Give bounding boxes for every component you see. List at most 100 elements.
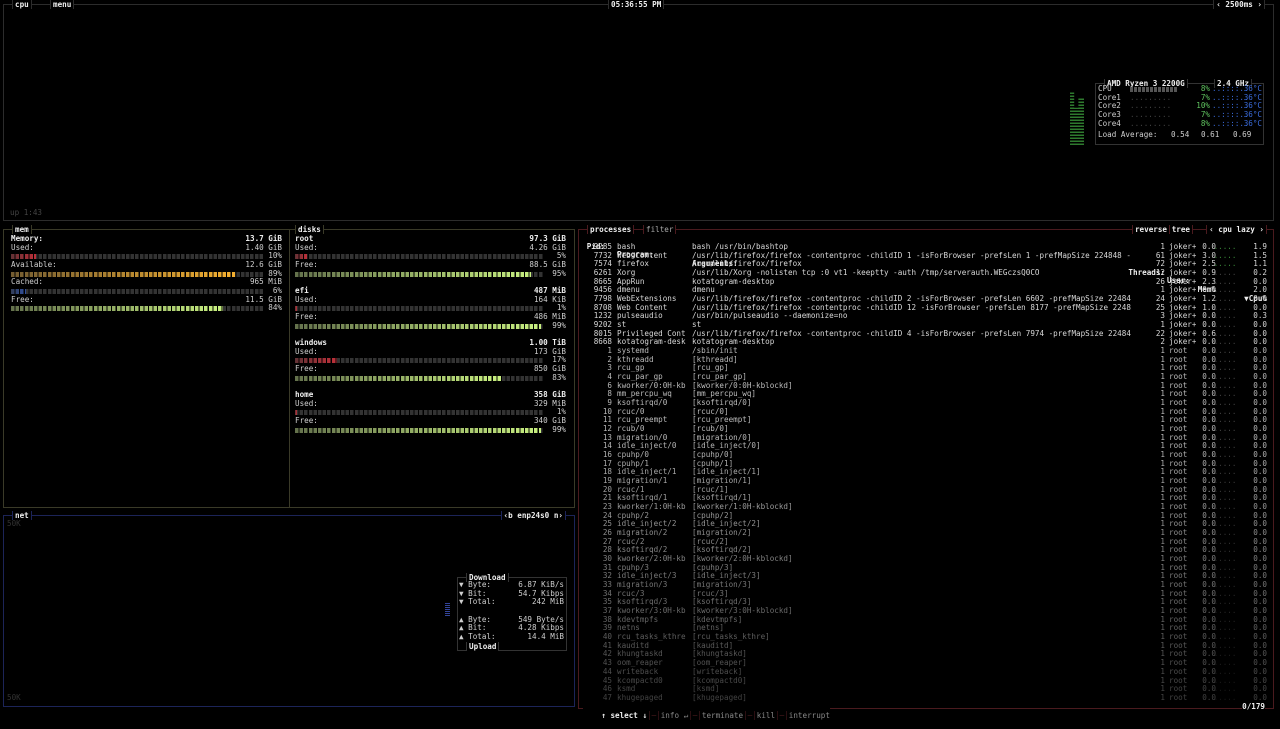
tab-cpu[interactable]: cpu bbox=[12, 0, 32, 9]
process-row[interactable]: 28 ksoftirqd/2 [ksoftirqd/2] 1 root 0.0 .....… bbox=[579, 546, 1273, 555]
process-row[interactable]: 1 systemd/sbin/init 1 root 0.0 ..... 0.0 bbox=[579, 347, 1273, 356]
process-row[interactable]: 16 cpuhp/0 [cpuhp/0] 1 root 0.0 ..... 0.0 bbox=[579, 451, 1273, 460]
tab-processes[interactable]: processes bbox=[587, 225, 635, 234]
process-row[interactable]: 11 rcu_preempt [rcu_preempt] 1 root 0.0 .....… bbox=[579, 416, 1273, 425]
process-cpu: 0.0 bbox=[1253, 520, 1267, 529]
process-pid: 1232 bbox=[593, 312, 612, 321]
interrupt-button[interactable]: interrupt bbox=[789, 711, 830, 720]
process-row[interactable]: 19 migration/1 [migration/1] 1 root 0.0 .....… bbox=[579, 477, 1273, 486]
process-row[interactable]: 41 kauditd [kauditd] 1 root 0.0 ..... 0.0 bbox=[579, 642, 1273, 651]
process-row[interactable]: 9 ksoftirqd/0 [ksoftirqd/0] 1 root 0.0 ..... 0… bbox=[579, 399, 1273, 408]
process-row[interactable]: 34 rcuc/3 [rcuc/3] 1 root 0.0 ..... 0.0 bbox=[579, 590, 1273, 599]
update-interval[interactable]: ‹ 2500ms › bbox=[1213, 0, 1265, 9]
tree-button[interactable]: tree bbox=[1168, 225, 1193, 234]
terminate-button[interactable]: terminate bbox=[702, 711, 743, 720]
process-row[interactable]: 8 mm_percpu_wq [mm_percpu_wq] 1 root 0.0 ....… bbox=[579, 390, 1273, 399]
process-cpu-graph: ..... bbox=[1209, 399, 1237, 408]
process-row[interactable]: 3 rcu_gp [rcu_gp] 1 root 0.0 ..... 0.0 bbox=[579, 364, 1273, 373]
process-cpu: 0.0 bbox=[1253, 494, 1267, 503]
process-row[interactable]: 38 kdevtmpfs [kdevtmpfs] 1 root 0.0 ..... 0.0 bbox=[579, 616, 1273, 625]
process-program: idle_inject/3 bbox=[617, 572, 677, 581]
process-row[interactable]: 13 migration/0 [migration/0] 1 root 0.0 .....… bbox=[579, 434, 1273, 443]
interval-value: 2500ms bbox=[1225, 0, 1253, 9]
process-row[interactable]: 27 rcuc/2 [rcuc/2] 1 root 0.0 ..... 0.0 bbox=[579, 538, 1273, 547]
disk-used-bar-fill bbox=[295, 358, 338, 364]
process-pid: 43 bbox=[602, 659, 612, 668]
process-row[interactable]: 6261 Xorg/usr/lib/Xorg -nolisten tcp :0 v… bbox=[579, 269, 1273, 278]
process-row[interactable]: 24 cpuhp/2 [cpuhp/2] 1 root 0.0 ..... 0.0 bbox=[579, 512, 1273, 521]
process-row[interactable]: 40 rcu_tasks_kthre [rcu_tasks_kthre] 1 root 0… bbox=[579, 633, 1273, 642]
process-row[interactable]: 18 idle_inject/1 [idle_inject/1] 1 root 0.0 .… bbox=[579, 468, 1273, 477]
net-upload-label: ▲ Total: bbox=[459, 632, 496, 642]
next-interface-key[interactable]: n› bbox=[554, 511, 563, 520]
process-threads: 1 bbox=[1160, 347, 1165, 356]
reverse-button[interactable]: reverse bbox=[1131, 225, 1170, 234]
net-interface-selector[interactable]: ‹b enp24s0 n› bbox=[500, 511, 566, 520]
process-row[interactable]: 14 idle_inject/0 [idle_inject/0] 1 root 0.0 .… bbox=[579, 442, 1273, 451]
disk-free-percent: 99% bbox=[552, 424, 566, 434]
process-row[interactable]: 35 ksoftirqd/3 [ksoftirqd/3] 1 root 0.0 .....… bbox=[579, 598, 1273, 607]
process-row[interactable]: 44 writeback [writeback] 1 root 0.0 ..... 0.0 bbox=[579, 668, 1273, 677]
process-row[interactable]: 23 kworker/1:0H-kb [kworker/1:0H-kblockd] 1… bbox=[579, 503, 1273, 512]
process-row[interactable]: 1232 pulseaudio/usr/bin/pulseaudio --daem… bbox=[579, 312, 1273, 321]
process-row[interactable]: 8015 Privileged Cont/usr/lib/firefox/fire… bbox=[579, 330, 1273, 339]
tab-menu[interactable]: menu bbox=[50, 0, 75, 9]
process-cpu-graph: ..... bbox=[1209, 338, 1237, 347]
process-cpu: 0.0 bbox=[1253, 477, 1267, 486]
process-row[interactable]: 8668 kotatogram-desk kotatogram-desktop 2 jo… bbox=[579, 338, 1273, 347]
process-row[interactable]: 7798 WebExtensions/usr/lib/firefox/firefo… bbox=[579, 295, 1273, 304]
process-row[interactable]: 31 cpuhp/3 [cpuhp/3] 1 root 0.0 ..... 0.0 bbox=[579, 564, 1273, 573]
process-row[interactable]: 42 khungtaskd [khungtaskd] 1 root 0.0 ..... 0.… bbox=[579, 650, 1273, 659]
process-row[interactable]: 4 rcu_par_gp [rcu_par_gp] 1 root 0.0 ..... 0.0 bbox=[579, 373, 1273, 382]
process-row[interactable]: 2 kthreadd [kthreadd] 1 root 0.0 ..... 0.0 bbox=[579, 356, 1273, 365]
process-row[interactable]: 45 kcompactd0 [kcompactd0] 1 root 0.0 ..... 0.… bbox=[579, 677, 1273, 686]
process-row[interactable]: 32 idle_inject/3 [idle_inject/3] 1 root 0.0 .… bbox=[579, 572, 1273, 581]
process-row[interactable]: 12 rcub/0 [rcub/0] 1 root 0.0 ..... 0.0 bbox=[579, 425, 1273, 434]
process-user: root bbox=[1169, 563, 1188, 572]
process-row[interactable]: 20 rcuc/1 [rcuc/1] 1 root 0.0 ..... 0.0 bbox=[579, 486, 1273, 495]
process-arguments: [kauditd] bbox=[692, 641, 734, 650]
process-row[interactable]: 25 idle_inject/2 [idle_inject/2] 1 root 0.0 .… bbox=[579, 520, 1273, 529]
mem-label: Free: bbox=[11, 294, 34, 304]
process-threads: 1 bbox=[1160, 286, 1165, 295]
process-row[interactable]: 37 kworker/3:0H-kb [kworker/3:0H-kblockd] 1… bbox=[579, 607, 1273, 616]
process-arguments: [cpuhp/2] bbox=[692, 511, 734, 520]
process-arguments: [rcu_preempt] bbox=[692, 416, 752, 425]
process-row[interactable]: 7732 Web Content/usr/lib/firefox/firefox … bbox=[579, 252, 1273, 261]
process-row[interactable]: 7574 firefox/usr/lib/firefox/firefox 72 jok… bbox=[579, 260, 1273, 269]
process-row[interactable]: 8708 Web Content/usr/lib/firefox/firefox … bbox=[579, 304, 1273, 313]
process-row[interactable]: 6 kworker/0:0H-kb [kworker/0:0H-kblockd] 1 r… bbox=[579, 382, 1273, 391]
process-row[interactable]: 17 cpuhp/1 [cpuhp/1] 1 root 0.0 ..... 0.0 bbox=[579, 460, 1273, 469]
process-user: root bbox=[1169, 459, 1188, 468]
process-program: ksmd bbox=[617, 685, 636, 694]
kill-button[interactable]: kill bbox=[757, 711, 775, 720]
disk-used-bar-fill bbox=[295, 410, 298, 416]
prev-interface-key[interactable]: ‹b bbox=[504, 511, 513, 520]
process-pid: 11 bbox=[602, 416, 612, 425]
info-button[interactable]: info ↵ bbox=[661, 711, 688, 720]
process-program: migration/0 bbox=[617, 433, 668, 442]
process-row[interactable]: 21 ksoftirqd/1 [ksoftirqd/1] 1 root 0.0 .....… bbox=[579, 494, 1273, 503]
process-arguments: /usr/lib/firefox/firefox -contentproc -c… bbox=[692, 295, 1131, 304]
process-user: root bbox=[1169, 511, 1188, 520]
process-row[interactable]: 33 migration/3 [migration/3] 1 root 0.0 .....… bbox=[579, 581, 1273, 590]
process-row[interactable]: 46 ksmd [ksmd] 1 root 0.0 ..... 0.0 bbox=[579, 685, 1273, 694]
process-row[interactable]: 9202st st 1 joker+ 0.0 ..... 0.0 bbox=[579, 321, 1273, 330]
mem-label: Cached: bbox=[11, 277, 44, 287]
select-control[interactable]: ↑ select ↓ bbox=[601, 711, 647, 720]
process-row[interactable]: 8665 AppRun kotatogram-desktop 26 joker+ 2.3 … bbox=[579, 278, 1273, 287]
process-row[interactable]: 39 netns [netns] 1 root 0.0 ..... 0.0 bbox=[579, 624, 1273, 633]
process-cpu: 1.1 bbox=[1253, 260, 1267, 269]
sort-selector[interactable]: ‹ cpu lazy › bbox=[1206, 225, 1267, 234]
process-pid: 20 bbox=[602, 485, 612, 494]
process-cpu: 0.0 bbox=[1253, 329, 1267, 338]
filter-button[interactable]: filter bbox=[643, 225, 677, 234]
process-row[interactable]: 9285 bash bash /usr/bin/bashtop 1 joker+ 0.0 … bbox=[579, 243, 1273, 252]
process-row[interactable]: 26 migration/2 [migration/2] 1 root 0.0 .....… bbox=[579, 529, 1273, 538]
process-row[interactable]: 10 rcuc/0 [rcuc/0] 1 root 0.0 ..... 0.0 bbox=[579, 408, 1273, 417]
process-pid: 45 bbox=[602, 676, 612, 685]
process-row[interactable]: 30 kworker/2:0H-kb [kworker/2:0H-kblockd] 1… bbox=[579, 555, 1273, 564]
process-pid: 42 bbox=[602, 650, 612, 659]
process-row[interactable]: 9456 dmenu dmenu 1 joker+ 0.0 ..... 2.0 bbox=[579, 286, 1273, 295]
process-row[interactable]: 43 oom_reaper [oom_reaper] 1 root 0.0 ..... 0.… bbox=[579, 659, 1273, 668]
